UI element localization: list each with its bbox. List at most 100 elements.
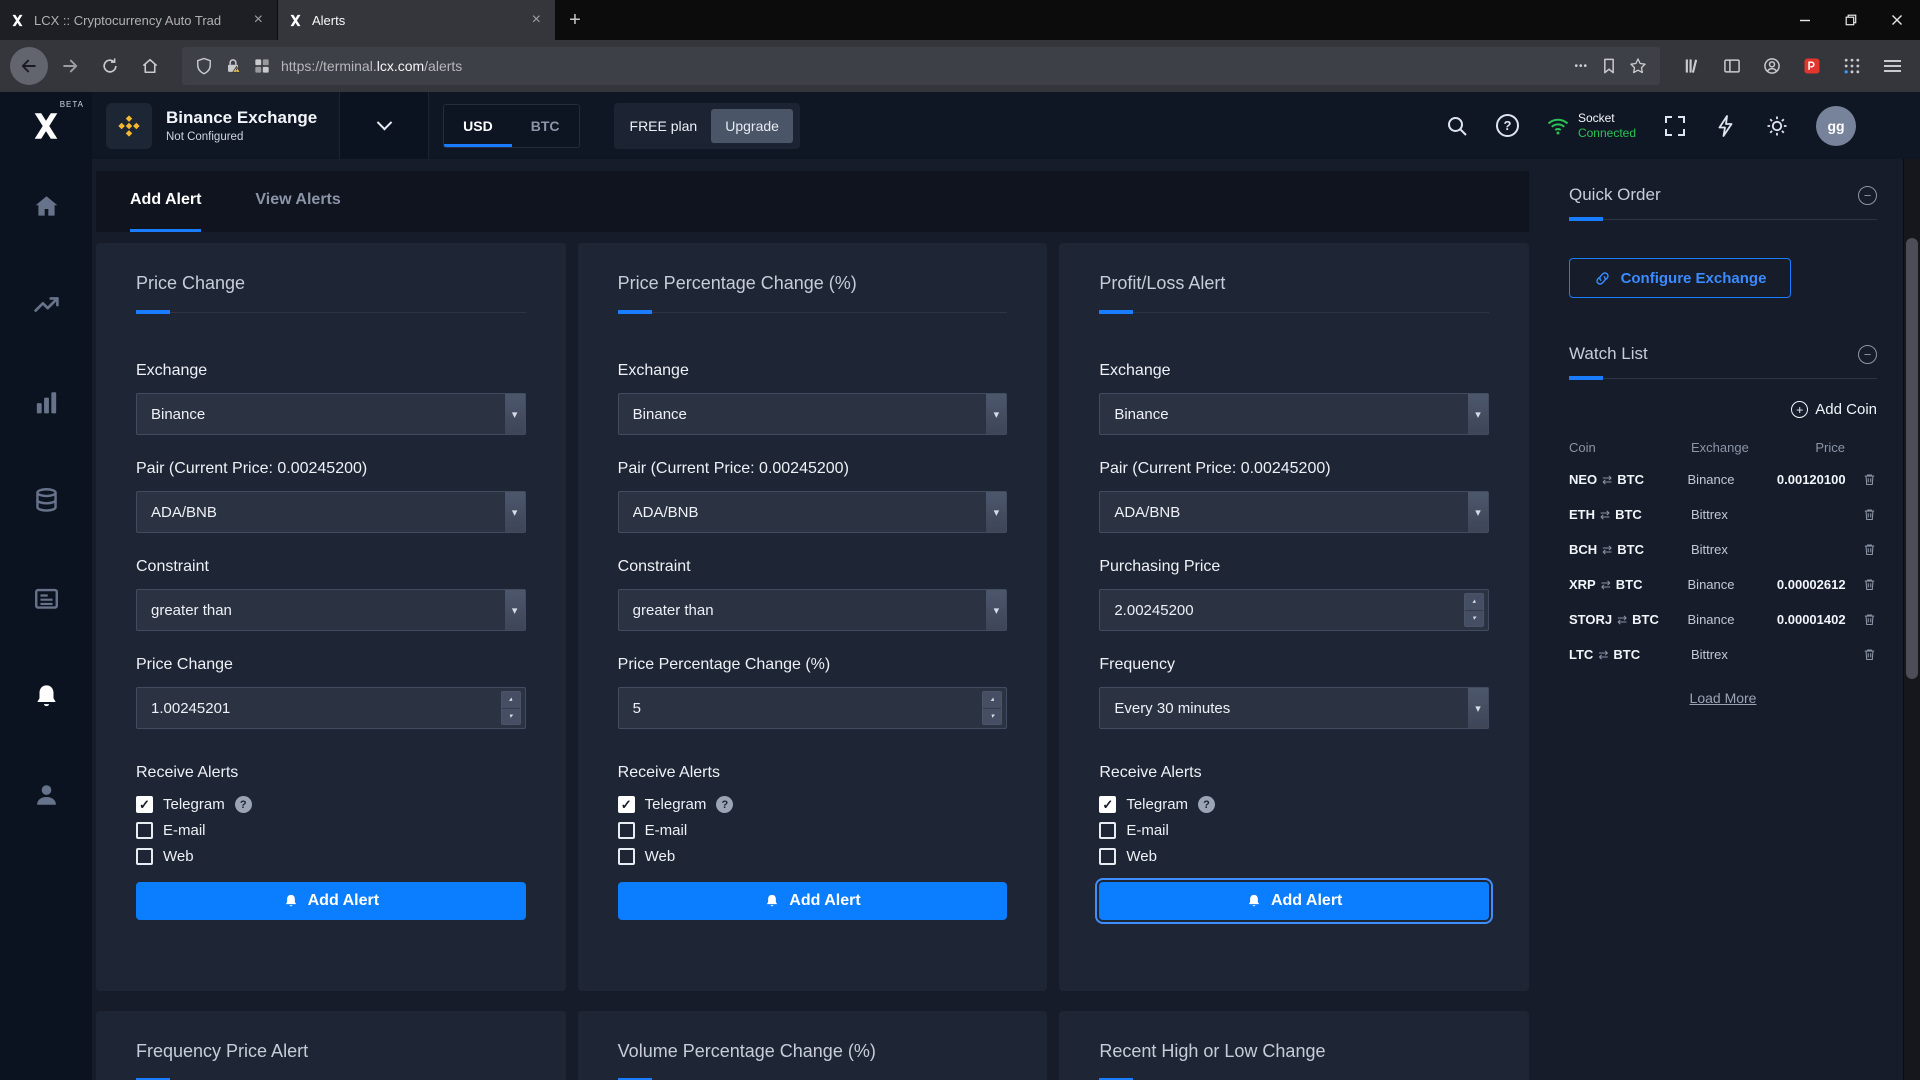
shield-icon[interactable] (194, 56, 214, 76)
web-checkbox[interactable] (618, 848, 635, 865)
permissions-icon[interactable] (252, 56, 272, 76)
button-label: Add Alert (1271, 892, 1342, 910)
tab-view-alerts[interactable]: View Alerts (255, 171, 340, 232)
chevron-down-icon: ▾ (985, 394, 1006, 434)
reload-button[interactable] (92, 48, 128, 84)
select-value: ADA/BNB (1114, 504, 1467, 521)
exchange-select[interactable]: Binance ▾ (618, 393, 1008, 435)
trash-icon[interactable] (1857, 542, 1877, 557)
web-checkbox[interactable] (1099, 848, 1116, 865)
collapse-icon[interactable]: − (1858, 186, 1877, 205)
bookmark-icon[interactable] (1599, 56, 1619, 76)
page-actions-icon[interactable]: ••• (1572, 61, 1590, 72)
pair-select[interactable]: ADA/BNB ▾ (136, 491, 526, 533)
exchange-select[interactable]: Binance ▾ (1099, 393, 1489, 435)
url-bar[interactable]: https://terminal.lcx.com/alerts ••• (182, 47, 1660, 85)
trash-icon[interactable] (1857, 647, 1877, 662)
number-stepper[interactable]: ▴▾ (982, 691, 1002, 725)
library-icon[interactable] (1674, 48, 1710, 84)
sidebar-toggle-icon[interactable] (1714, 48, 1750, 84)
currency-btc-tab[interactable]: BTC (512, 105, 579, 147)
telegram-checkbox[interactable]: ✓ (1099, 796, 1116, 813)
constraint-select[interactable]: greater than ▾ (136, 589, 526, 631)
add-alert-button[interactable]: Add Alert (618, 882, 1008, 920)
forward-button[interactable] (52, 48, 88, 84)
avatar[interactable]: gg (1816, 106, 1856, 146)
lcx-logo[interactable]: BETA (0, 92, 92, 159)
number-stepper[interactable]: ▴▾ (501, 691, 521, 725)
browser-tab-lcx[interactable]: LCX :: Cryptocurrency Auto Trad × (0, 0, 278, 40)
scrollbar-thumb[interactable] (1906, 238, 1918, 679)
tab-close-icon[interactable]: × (528, 10, 545, 30)
star-icon[interactable] (1628, 56, 1648, 76)
email-checkbox[interactable] (1099, 822, 1116, 839)
browser-tab-alerts[interactable]: Alerts × (278, 0, 556, 40)
apps-grid-icon[interactable] (1834, 48, 1870, 84)
trash-icon[interactable] (1857, 507, 1877, 522)
frequency-select[interactable]: Every 30 minutes ▾ (1099, 687, 1489, 729)
trash-icon[interactable] (1858, 577, 1877, 592)
add-alert-button[interactable]: Add Alert (1099, 882, 1489, 920)
right-panel: Quick Order − Configure Exchange Watch L… (1543, 159, 1903, 1080)
email-checkbox[interactable] (136, 822, 153, 839)
tab-add-alert[interactable]: Add Alert (130, 171, 201, 232)
telegram-checkbox[interactable]: ✓ (136, 796, 153, 813)
sidebar-item-charts[interactable] (25, 381, 67, 423)
trash-icon[interactable] (1858, 472, 1877, 487)
app-header: BETA Binance Exchange Not Configured USD… (0, 92, 1920, 159)
account-icon[interactable] (1754, 48, 1790, 84)
sidebar-item-news[interactable] (25, 577, 67, 619)
web-checkbox[interactable] (136, 848, 153, 865)
number-stepper[interactable]: ▴▾ (1464, 593, 1484, 627)
add-coin-button[interactable]: + Add Coin (1791, 401, 1877, 418)
help-icon[interactable]: ? (716, 796, 733, 813)
upgrade-button[interactable]: Upgrade (711, 109, 793, 143)
collapse-icon[interactable]: − (1858, 345, 1877, 364)
currency-usd-tab[interactable]: USD (444, 105, 512, 147)
price-percentage-input[interactable]: 5 ▴▾ (618, 687, 1008, 729)
tab-close-icon[interactable]: × (250, 10, 267, 30)
close-button[interactable] (1874, 0, 1920, 40)
exchange-select[interactable]: Binance ▾ (136, 393, 526, 435)
coin-pair: STORJ⇄BTC (1569, 612, 1688, 627)
sidebar-item-account[interactable] (25, 773, 67, 815)
help-icon[interactable]: ? (1198, 796, 1215, 813)
browser-navbar: https://terminal.lcx.com/alerts ••• (0, 40, 1920, 92)
chevron-down-icon: ▾ (1467, 394, 1488, 434)
sidebar-item-portfolio[interactable] (25, 479, 67, 521)
add-alert-button[interactable]: Add Alert (136, 882, 526, 920)
pdf-extension-icon[interactable] (1794, 48, 1830, 84)
new-tab-button[interactable]: + (556, 0, 594, 40)
minimize-button[interactable] (1782, 0, 1828, 40)
news-icon (32, 584, 61, 613)
theme-sun-icon[interactable] (1765, 114, 1789, 138)
help-icon[interactable]: ? (235, 796, 252, 813)
watch-list-headers: Coin Exchange Price (1569, 432, 1877, 462)
price-change-input[interactable]: 1.00245201 ▴▾ (136, 687, 526, 729)
lock-warning-icon[interactable] (223, 56, 243, 76)
back-button[interactable] (10, 47, 48, 85)
pair-select[interactable]: ADA/BNB ▾ (618, 491, 1008, 533)
search-icon[interactable] (1445, 114, 1469, 138)
fullscreen-icon[interactable] (1663, 114, 1687, 138)
sidebar-item-alerts[interactable] (25, 675, 67, 717)
constraint-select[interactable]: greater than ▾ (618, 589, 1008, 631)
page-scrollbar[interactable] (1903, 159, 1920, 1080)
help-icon[interactable]: ? (1496, 114, 1519, 137)
sidebar-item-markets[interactable] (25, 283, 67, 325)
pair-select[interactable]: ADA/BNB ▾ (1099, 491, 1489, 533)
exchange-dropdown[interactable] (339, 92, 429, 159)
checkbox-label: Web (645, 848, 676, 865)
trash-icon[interactable] (1858, 612, 1877, 627)
purchasing-price-input[interactable]: 2.00245200 ▴▾ (1099, 589, 1489, 631)
configure-exchange-button[interactable]: Configure Exchange (1569, 258, 1791, 298)
email-checkbox[interactable] (618, 822, 635, 839)
load-more-link[interactable]: Load More (1690, 690, 1757, 706)
checkbox-label: Telegram (645, 796, 707, 813)
bolt-icon[interactable] (1714, 114, 1738, 138)
sidebar-item-home[interactable] (25, 185, 67, 227)
home-button[interactable] (132, 48, 168, 84)
menu-icon[interactable] (1874, 48, 1910, 84)
restore-button[interactable] (1828, 0, 1874, 40)
telegram-checkbox[interactable]: ✓ (618, 796, 635, 813)
